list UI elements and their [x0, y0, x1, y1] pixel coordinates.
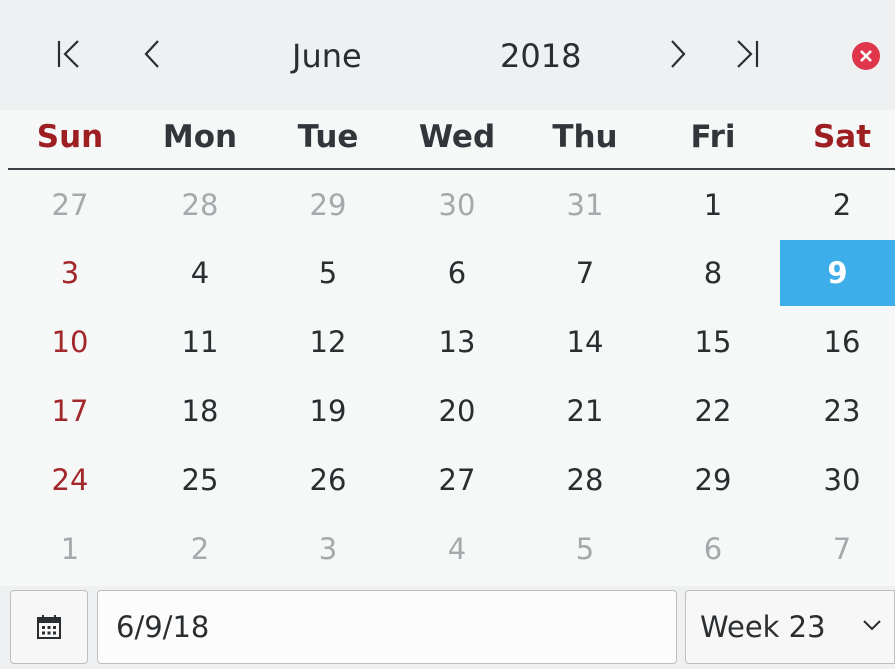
previous-month-button[interactable] — [130, 32, 174, 76]
day-cell[interactable]: 21 — [528, 378, 642, 444]
weekday-sun: Sun — [36, 119, 104, 155]
year-selector[interactable]: 2018 — [500, 34, 610, 78]
next-month-icon — [671, 40, 686, 68]
day-cell[interactable]: 1 — [13, 516, 127, 582]
day-cell[interactable]: 28 — [143, 172, 257, 238]
day-cell[interactable]: 31 — [528, 172, 642, 238]
day-cell[interactable]: 7 — [528, 240, 642, 306]
last-month-button[interactable] — [726, 32, 770, 76]
day-cell[interactable]: 3 — [271, 516, 385, 582]
day-cell[interactable]: 4 — [143, 240, 257, 306]
calendar-icon — [37, 615, 61, 639]
day-cell[interactable]: 11 — [143, 309, 257, 375]
weekday-thu: Thu — [552, 119, 618, 155]
day-cell[interactable]: 24 — [13, 447, 127, 513]
day-cell-selected[interactable]: 9 — [780, 240, 895, 306]
day-cell[interactable]: 22 — [656, 378, 770, 444]
day-cell[interactable]: 5 — [271, 240, 385, 306]
day-cell[interactable]: 1 — [656, 172, 770, 238]
day-cell[interactable]: 20 — [400, 378, 514, 444]
previous-month-icon — [144, 40, 159, 68]
day-cell[interactable]: 6 — [656, 516, 770, 582]
day-cell[interactable]: 7 — [785, 516, 895, 582]
day-cell[interactable]: 3 — [13, 240, 127, 306]
day-cell[interactable]: 30 — [400, 172, 514, 238]
first-month-icon — [57, 40, 79, 68]
day-cell[interactable]: 10 — [13, 309, 127, 375]
weekday-header-row: Sun Mon Tue Wed Thu Fri Sat — [0, 110, 895, 168]
day-cell[interactable]: 26 — [271, 447, 385, 513]
day-cell[interactable]: 30 — [785, 447, 895, 513]
day-cell[interactable]: 19 — [271, 378, 385, 444]
day-cell[interactable]: 27 — [13, 172, 127, 238]
weekday-wed: Wed — [418, 119, 496, 155]
close-icon — [860, 50, 872, 62]
next-month-button[interactable] — [656, 32, 700, 76]
last-month-icon — [737, 40, 759, 68]
day-cell[interactable]: 28 — [528, 447, 642, 513]
day-cell[interactable]: 2 — [785, 172, 895, 238]
month-selector[interactable]: June — [292, 34, 402, 78]
date-input[interactable]: 6/9/18 — [97, 590, 677, 664]
day-cell[interactable]: 14 — [528, 309, 642, 375]
weekday-mon: Mon — [162, 119, 238, 155]
calendar-footer: 6/9/18 Week 23 — [0, 586, 895, 669]
day-grid: 27 28 29 30 31 1 2 3 4 5 6 7 8 9 10 11 12 13 14 15 16 17 18 19 2… — [0, 172, 895, 586]
calendar-button[interactable] — [10, 590, 88, 664]
day-cell[interactable]: 16 — [785, 309, 895, 375]
weekday-fri: Fri — [690, 119, 736, 155]
header-divider — [8, 168, 895, 170]
first-month-button[interactable] — [46, 32, 90, 76]
day-cell[interactable]: 4 — [400, 516, 514, 582]
day-cell[interactable]: 2 — [143, 516, 257, 582]
chevron-down-icon — [863, 620, 881, 631]
day-cell[interactable]: 17 — [13, 378, 127, 444]
day-cell[interactable]: 6 — [400, 240, 514, 306]
day-cell[interactable]: 23 — [785, 378, 895, 444]
day-cell[interactable]: 8 — [656, 240, 770, 306]
day-cell[interactable]: 18 — [143, 378, 257, 444]
day-cell[interactable]: 29 — [271, 172, 385, 238]
day-cell[interactable]: 29 — [656, 447, 770, 513]
day-cell[interactable]: 5 — [528, 516, 642, 582]
day-cell[interactable]: 15 — [656, 309, 770, 375]
day-cell[interactable]: 12 — [271, 309, 385, 375]
weekday-sat: Sat — [812, 119, 872, 155]
day-cell[interactable]: 27 — [400, 447, 514, 513]
close-button[interactable] — [852, 42, 880, 70]
week-selector-label: Week 23 — [700, 610, 826, 644]
week-selector[interactable]: Week 23 — [685, 590, 895, 664]
day-cell[interactable]: 25 — [143, 447, 257, 513]
weekday-tue: Tue — [297, 119, 359, 155]
calendar-header: June 2018 — [0, 0, 895, 110]
day-cell[interactable]: 13 — [400, 309, 514, 375]
